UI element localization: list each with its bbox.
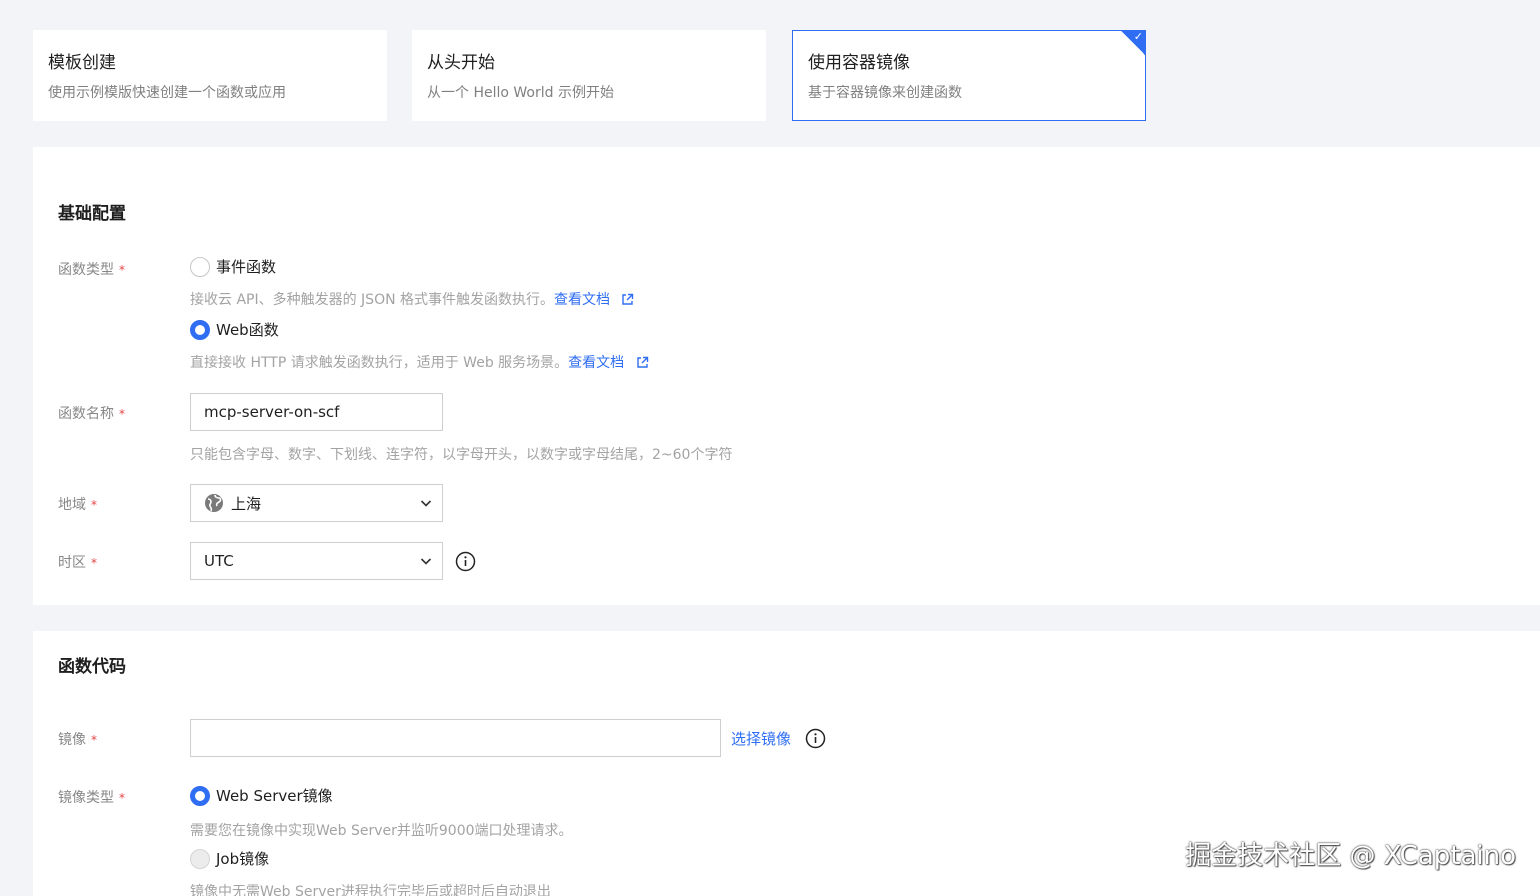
card-template-create[interactable]: 模板创建 使用示例模版快速创建一个函数或应用: [33, 30, 387, 121]
label-text: 镜像: [58, 732, 86, 748]
doc-link[interactable]: 查看文档: [568, 355, 624, 371]
region-select[interactable]: 上海: [190, 484, 443, 522]
chevron-down-icon[interactable]: [420, 497, 432, 509]
chevron-down-icon[interactable]: [420, 555, 432, 567]
required-mark: *: [119, 791, 125, 805]
info-icon[interactable]: [805, 728, 826, 749]
watermark: 掘金技术社区 @ XCaptaino: [1185, 841, 1516, 871]
label-text: 函数类型: [58, 262, 114, 278]
image-input[interactable]: [190, 719, 721, 757]
required-mark: *: [91, 733, 97, 747]
radio-label: Web Server镜像: [216, 787, 333, 805]
help-text: 接收云 API、多种触发器的 JSON 格式事件触发函数执行。: [190, 292, 555, 308]
timezone-label: 时区 *: [58, 552, 97, 572]
radio-circle[interactable]: [190, 256, 210, 277]
card-from-scratch[interactable]: 从头开始 从一个 Hello World 示例开始: [412, 30, 766, 121]
card-desc: 基于容器镜像来创建函数: [808, 85, 962, 101]
radio-circle-selected[interactable]: [190, 319, 210, 340]
card-desc: 从一个 Hello World 示例开始: [427, 85, 614, 101]
func-name-input[interactable]: mcp-server-on-scf: [190, 393, 443, 431]
func-type-label: 函数类型 *: [58, 259, 125, 279]
external-link-icon[interactable]: [621, 293, 634, 306]
required-mark: *: [119, 263, 125, 277]
radio-web-server-image[interactable]: Web Server镜像: [190, 785, 333, 806]
check-icon: ✓: [1133, 30, 1143, 43]
required-mark: *: [119, 407, 125, 421]
card-title: 使用容器镜像: [808, 53, 910, 73]
selected-corner: ✓: [1120, 30, 1146, 56]
page: 模板创建 使用示例模版快速创建一个函数或应用 从头开始 从一个 Hello Wo…: [0, 0, 1540, 896]
image-type-label: 镜像类型 *: [58, 787, 125, 807]
card-container-image[interactable]: 使用容器镜像 基于容器镜像来创建函数 ✓: [792, 30, 1146, 121]
info-icon[interactable]: [455, 551, 476, 572]
label-text: 地域: [58, 497, 86, 513]
globe-icon: [205, 494, 223, 512]
select-value: 上海: [231, 494, 262, 513]
region-label: 地域 *: [58, 494, 97, 514]
section-title-code: 函数代码: [58, 657, 126, 677]
basic-config-panel: 基础配置 函数类型 * 事件函数 接收云 API、多种触发器的 JSON 格式事件…: [33, 147, 1540, 605]
help-text: 直接接收 HTTP 请求触发函数执行，适用于 Web 服务场景。: [190, 355, 569, 371]
section-title-basic: 基础配置: [58, 204, 126, 224]
card-title: 从头开始: [427, 53, 495, 73]
label-text: 时区: [58, 555, 86, 571]
func-name-help: 只能包含字母、数字、下划线、连字符，以字母开头，以数字或字母结尾，2~60个字符: [190, 447, 733, 463]
web-server-help: 需要您在镜像中实现Web Server并监听9000端口处理请求。: [190, 823, 573, 839]
radio-job-image[interactable]: Job镜像: [190, 848, 269, 869]
job-help: 镜像中无需Web Server进程执行完毕后或超时后自动退出: [190, 884, 551, 896]
card-title: 模板创建: [48, 53, 116, 73]
select-value: UTC: [204, 552, 234, 570]
doc-link[interactable]: 查看文档: [554, 292, 610, 308]
card-desc: 使用示例模版快速创建一个函数或应用: [48, 85, 286, 101]
radio-label: Web函数: [216, 321, 279, 339]
image-label: 镜像 *: [58, 729, 97, 749]
timezone-select[interactable]: UTC: [190, 542, 443, 580]
radio-label: 事件函数: [216, 258, 277, 276]
event-help: 接收云 API、多种触发器的 JSON 格式事件触发函数执行。查看文档: [190, 289, 634, 309]
input-value: mcp-server-on-scf: [204, 403, 340, 421]
label-text: 镜像类型: [58, 790, 114, 806]
region-value: 上海: [204, 493, 261, 514]
func-name-label: 函数名称 *: [58, 403, 125, 423]
required-mark: *: [91, 498, 97, 512]
radio-label: Job镜像: [216, 850, 270, 868]
select-image-button[interactable]: 选择镜像: [731, 728, 791, 749]
label-text: 函数名称: [58, 406, 114, 422]
radio-web-function[interactable]: Web函数: [190, 319, 279, 340]
radio-circle-selected[interactable]: [190, 785, 210, 806]
external-link-icon[interactable]: [636, 356, 649, 369]
radio-circle[interactable]: [190, 848, 210, 869]
radio-event-function[interactable]: 事件函数: [190, 256, 276, 277]
required-mark: *: [91, 556, 97, 570]
web-help: 直接接收 HTTP 请求触发函数执行，适用于 Web 服务场景。查看文档: [190, 352, 649, 372]
